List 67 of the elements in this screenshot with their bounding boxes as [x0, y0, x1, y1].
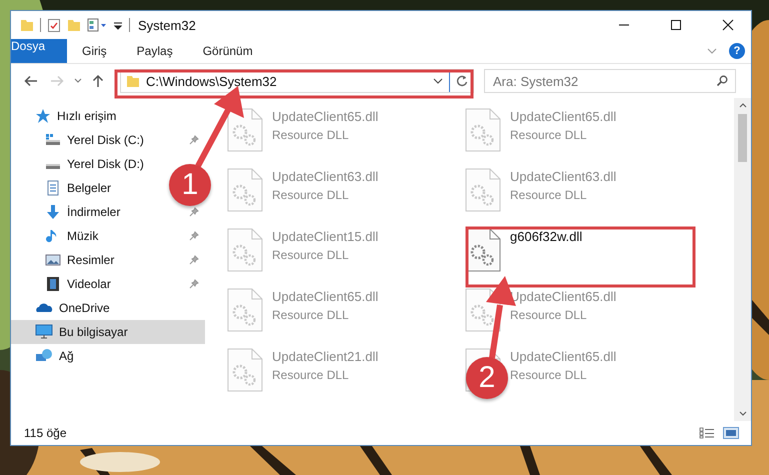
- chevron-down-icon[interactable]: [74, 78, 82, 84]
- sidebar-item[interactable]: Yerel Disk (C:): [11, 128, 205, 152]
- details-view-icon[interactable]: [699, 427, 715, 439]
- back-arrow-icon[interactable]: [24, 75, 38, 87]
- sidebar-item[interactable]: OneDrive: [11, 296, 205, 320]
- file-type: Resource DLL: [510, 368, 587, 382]
- file-gear-icon: [465, 108, 501, 152]
- search-field[interactable]: Ara: System32: [484, 69, 736, 93]
- ribbon-tab[interactable]: Paylaş: [122, 39, 188, 63]
- file-name[interactable]: g606f32w.dll: [510, 229, 582, 244]
- sidebar-item[interactable]: Hızlı erişim: [11, 104, 205, 128]
- ribbon-tab[interactable]: Görünüm: [188, 39, 268, 63]
- pin-icon[interactable]: [189, 279, 199, 289]
- file-type: Resource DLL: [272, 368, 349, 382]
- file-gear-icon: [227, 348, 263, 392]
- drive-icon: [45, 134, 61, 146]
- monitor-icon: [35, 324, 53, 340]
- file-gear-icon: [227, 228, 263, 272]
- pin-icon[interactable]: [189, 255, 199, 265]
- sidebar-item[interactable]: Resimler: [11, 248, 205, 272]
- file-type: Resource DLL: [510, 128, 587, 142]
- refresh-icon[interactable]: [456, 75, 468, 87]
- scrollbar[interactable]: [734, 98, 751, 421]
- checklist-icon[interactable]: [47, 18, 61, 32]
- drive-icon: [45, 164, 61, 170]
- sidebar-item[interactable]: Müzik: [11, 224, 205, 248]
- file-type: Resource DLL: [510, 308, 587, 322]
- file-type: Resource DLL: [272, 188, 349, 202]
- sidebar-item[interactable]: Ağ: [11, 344, 205, 368]
- file-type: Resource DLL: [272, 308, 349, 322]
- maximize-icon[interactable]: [670, 19, 682, 31]
- ribbon-tab[interactable]: Giriş: [67, 39, 122, 63]
- picture-icon: [45, 252, 61, 268]
- download-arrow-icon: [45, 204, 61, 220]
- large-icons-view-icon[interactable]: [723, 427, 739, 439]
- item-count: 115 öğe: [24, 426, 66, 440]
- file-gear-icon: [227, 288, 263, 332]
- file-gear-icon: [227, 108, 263, 152]
- pin-icon[interactable]: [189, 231, 199, 241]
- network-icon: [35, 348, 53, 364]
- properties-icon[interactable]: [87, 18, 107, 32]
- sidebar-item[interactable]: Yerel Disk (D:): [11, 152, 150, 176]
- sidebar-item[interactable]: Videolar: [11, 272, 205, 296]
- chevron-down-icon[interactable]: [433, 77, 443, 85]
- film-icon: [45, 276, 61, 292]
- star-icon: [35, 108, 51, 124]
- help-button[interactable]: ?: [729, 43, 745, 59]
- file-gear-icon: [465, 168, 501, 212]
- pin-icon[interactable]: [189, 135, 199, 145]
- scroll-down-icon[interactable]: [738, 411, 746, 417]
- folder-icon: [126, 74, 140, 88]
- scroll-up-icon[interactable]: [738, 102, 746, 108]
- sidebar-item[interactable]: Bu bilgisayar: [11, 320, 205, 344]
- address-path: C:\Windows\System32: [146, 74, 278, 88]
- search-icon[interactable]: [716, 75, 728, 87]
- scroll-thumb[interactable]: [738, 114, 747, 162]
- file-type: Resource DLL: [272, 248, 349, 262]
- file-type: Resource DLL: [272, 128, 349, 142]
- document-icon: [45, 180, 61, 196]
- sidebar-item[interactable]: Belgeler: [11, 176, 118, 200]
- file-type: Resource DLL: [510, 188, 587, 202]
- pin-icon[interactable]: [189, 207, 199, 217]
- file-gear-icon: [227, 168, 263, 212]
- address-field[interactable]: C:\Windows\System32: [120, 69, 474, 93]
- window-title: System32: [138, 18, 196, 32]
- close-icon[interactable]: [722, 19, 734, 31]
- up-arrow-icon[interactable]: [92, 74, 104, 88]
